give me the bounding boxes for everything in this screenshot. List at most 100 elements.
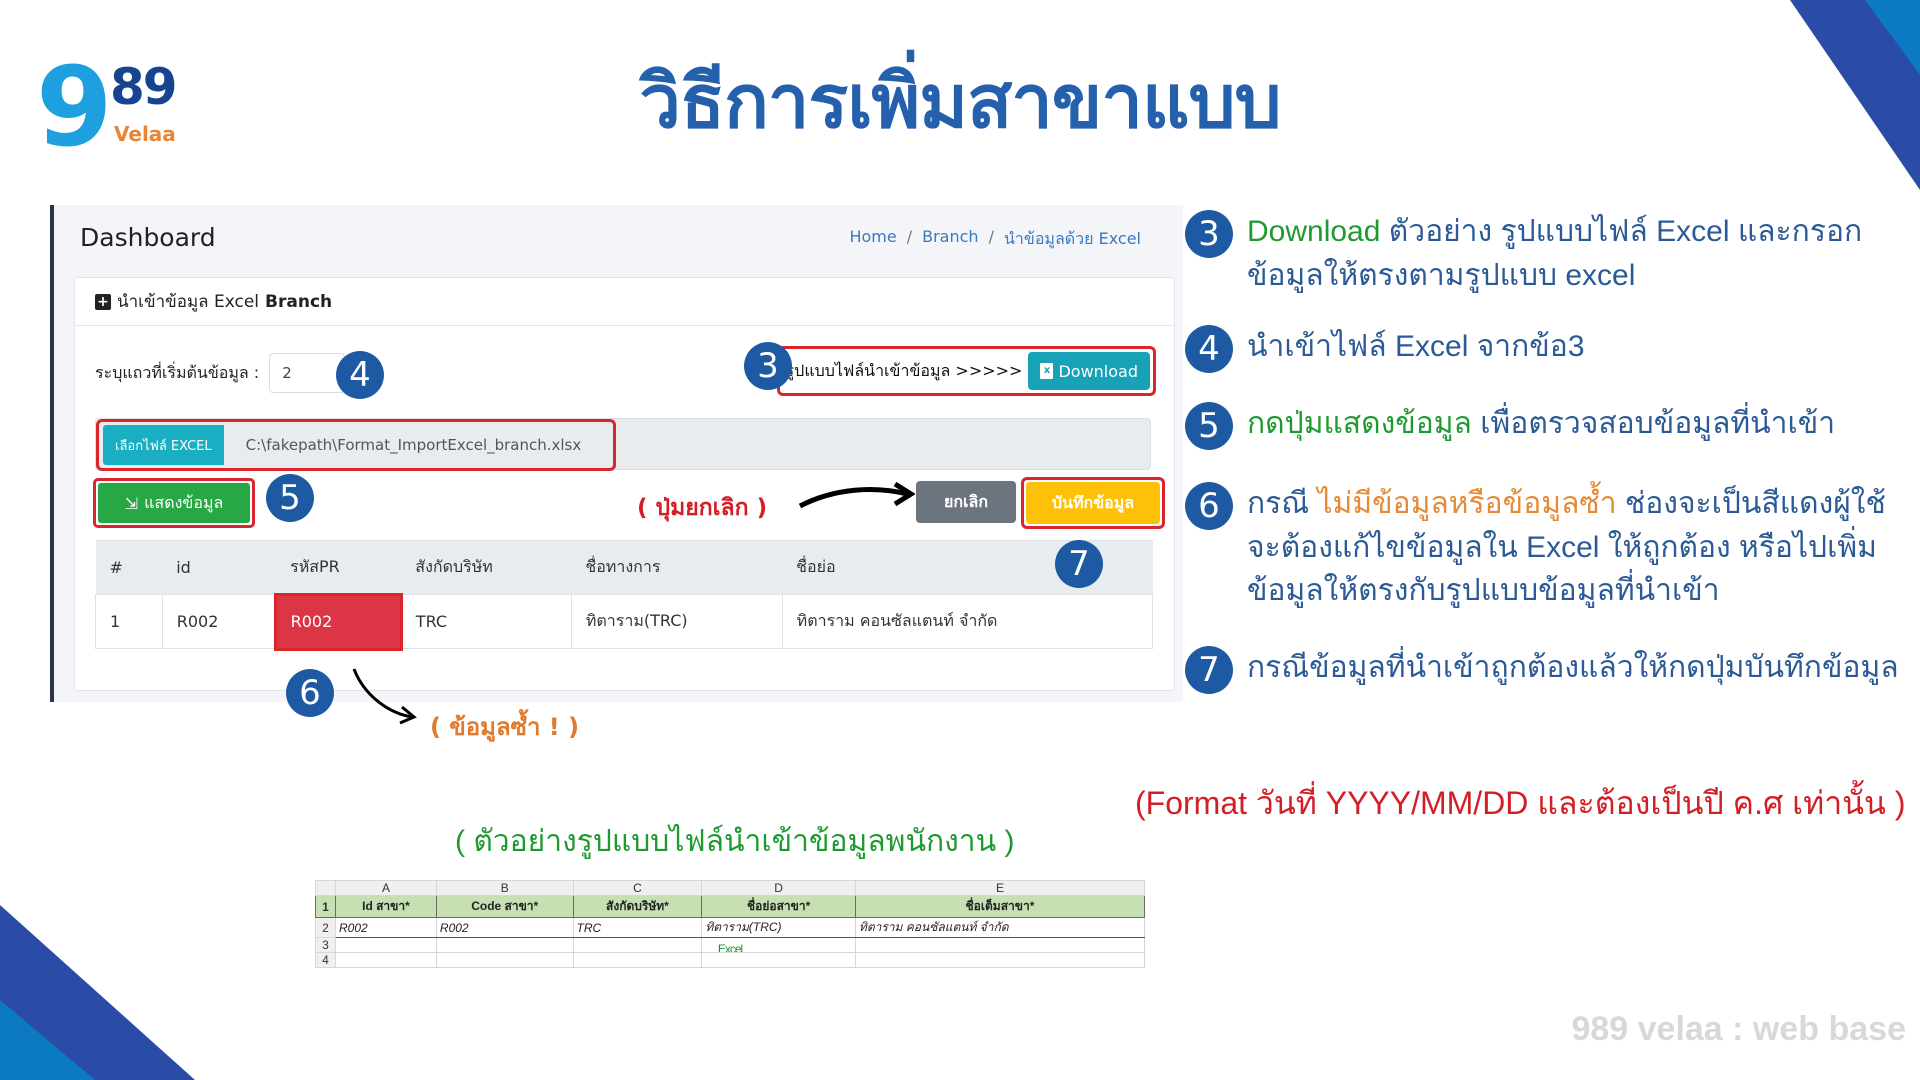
step-text: กดปุ่มแสดงข้อมูล เพื่อตรวจสอบข้อมูลที่นำ… <box>1247 402 1835 446</box>
card-header: + นำเข้าข้อมูล Excel Branch <box>75 278 1174 326</box>
excel-cell <box>701 937 856 953</box>
cancel-button[interactable]: ยกเลิก <box>916 481 1016 523</box>
excel-cell <box>572 937 703 953</box>
arrow-icon <box>352 668 417 725</box>
cancel-annotation: ( ปุ่มยกเลิก ) <box>637 495 768 521</box>
column-header: id <box>162 540 277 595</box>
step-badge-6: 6 <box>286 669 334 717</box>
download-button[interactable]: x Download <box>1028 352 1150 390</box>
excel-cell <box>572 952 703 968</box>
show-data-label: แสดงข้อมูล <box>144 492 224 512</box>
file-import-icon: ⇲ <box>124 493 139 513</box>
download-button-label: Download <box>1058 361 1138 381</box>
step-highlight: ไม่มีข้อมูลหรือข้อมูลซ้ำ <box>1317 487 1617 520</box>
start-row-label: ระบุแถวที่เริ่มต้นข้อมูล : <box>95 362 260 382</box>
file-path: C:\fakepath\Format_ImportExcel_branch.xl… <box>245 436 582 454</box>
excel-cell: ทิตาราม(TRC) <box>701 917 856 938</box>
breadcrumb: Home / Branch / นำข้อมูลด้วย Excel <box>849 227 1141 252</box>
excel-data-row: 2 R002 R002 TRC ทิตาราม(TRC) ทิตาราม คอน… <box>315 917 1146 938</box>
table-cell: 1 <box>95 594 163 649</box>
row-number: 4 <box>315 952 336 968</box>
step-number: 7 <box>1185 646 1233 694</box>
breadcrumb-home[interactable]: Home <box>849 227 896 252</box>
step-text: Download ตัวอย่าง รูปแบบไฟล์ Excel และกร… <box>1247 210 1915 297</box>
arrow-icon <box>798 481 915 509</box>
card-title-bold: Branch <box>265 291 333 312</box>
breadcrumb-current: นำข้อมูลด้วย Excel <box>1003 229 1141 248</box>
column-letter-row: A B C D E <box>315 880 1146 896</box>
corner-decoration-bottom-left <box>0 905 195 1080</box>
title-main: วิธีการเพิ่มสาขาแบบ <box>639 59 1281 145</box>
save-highlight: บันทึกข้อมูล <box>1021 477 1165 529</box>
file-input-group: เลือกไฟล์ EXCEL C:\fakepath\Format_Impor… <box>96 419 616 471</box>
breadcrumb-branch[interactable]: Branch <box>922 227 978 252</box>
save-button[interactable]: บันทึกข้อมูล <box>1026 482 1160 524</box>
step-text: กรณี ไม่มีข้อมูลหรือข้อมูลซ้ำ ช่องจะเป็น… <box>1247 482 1915 613</box>
excel-cell <box>701 952 856 968</box>
excel-cell: R002 <box>335 917 437 938</box>
breadcrumb-separator: / <box>988 227 994 246</box>
dashboard-header: Dashboard Home / Branch / นำข้อมูลด้วย E… <box>54 205 1183 277</box>
start-row-group: ระบุแถวที่เริ่มต้นข้อมูล : <box>95 353 346 393</box>
column-header: # <box>95 540 163 595</box>
card-title: นำเข้าข้อมูล Excel <box>117 292 260 312</box>
instruction-step-7: 7 กรณีข้อมูลที่นำเข้าถูกต้องแล้วให้กดปุ่… <box>1185 646 1899 694</box>
step-number: 6 <box>1185 482 1233 530</box>
step-prefix: กรณี <box>1247 487 1318 520</box>
excel-cell <box>854 937 1146 953</box>
duplicate-annotation: ( ข้อมูลซ้ำ ! ) <box>430 713 580 741</box>
excel-sample-sheet: A B C D E 1 Id สาขา* Code สาขา* สังกัดบร… <box>315 880 1146 968</box>
row-number: 2 <box>315 917 336 938</box>
excel-header-cell: ชื่อย่อสาขา* <box>701 895 856 918</box>
instruction-step-3: 3 Download ตัวอย่าง รูปแบบไฟล์ Excel และ… <box>1185 210 1915 297</box>
excel-empty-row: 3 <box>315 937 1146 953</box>
show-data-highlight: ⇲ แสดงข้อมูล <box>93 478 255 528</box>
dashboard-screenshot: Dashboard Home / Branch / นำข้อมูลด้วย E… <box>50 205 1183 702</box>
duplicate-cell: R002 <box>274 592 404 651</box>
excel-header-cell: สังกัดบริษัท* <box>572 895 703 918</box>
step-badge-3: 3 <box>744 342 792 390</box>
excel-header-row: 1 Id สาขา* Code สาขา* สังกัดบริษัท* ชื่อ… <box>315 895 1146 918</box>
excel-header-cell: Id สาขา* <box>335 895 437 918</box>
column-header: สังกัดบริษัท <box>401 540 572 595</box>
breadcrumb-separator: / <box>906 227 913 246</box>
table-header-row: # id รหัสPR สังกัดบริษัท ชื่อทางการ ชื่อ… <box>95 540 1153 595</box>
excel-empty-row: 4 <box>315 952 1146 968</box>
download-template-label: รูปแบบไฟล์นำเข้าข้อมูล >>>>> <box>785 360 1023 380</box>
step-text: กรณีข้อมูลที่นำเข้าถูกต้องแล้วให้กดปุ่มบ… <box>1247 651 1899 684</box>
column-letter: C <box>572 880 703 896</box>
excel-cell: ทิตาราม คอนซัลแตนท์ จำกัด <box>854 917 1146 938</box>
table-row: 1 R002 R002 TRC ทิตาราม(TRC) ทิตาราม คอน… <box>95 592 1154 651</box>
table-cell: ทิตาราม(TRC) <box>570 594 783 649</box>
column-letter: E <box>854 880 1146 896</box>
import-card: + นำเข้าข้อมูล Excel Branch ระบุแถวที่เร… <box>74 277 1175 691</box>
start-row-input[interactable] <box>269 353 346 393</box>
show-data-button[interactable]: ⇲ แสดงข้อมูล <box>98 483 250 523</box>
step-number: 3 <box>1185 210 1233 258</box>
instruction-step-4: 4 นำเข้าไฟล์ Excel จากข้อ3 <box>1185 325 1585 373</box>
excel-cell <box>854 952 1146 968</box>
step-badge-5: 5 <box>266 474 314 522</box>
step-badge-7: 7 <box>1055 540 1103 588</box>
column-letter: B <box>435 880 574 896</box>
column-letter: D <box>701 880 856 896</box>
excel-cell <box>435 937 574 953</box>
step-number: 4 <box>1185 325 1233 373</box>
step-number: 5 <box>1185 402 1233 450</box>
excel-header-cell: ชื่อเต็มสาขา* <box>854 895 1146 918</box>
instruction-step-6: 6 กรณี ไม่มีข้อมูลหรือข้อมูลซ้ำ ช่องจะเป… <box>1185 482 1915 613</box>
column-letter: A <box>335 880 437 896</box>
page-title: วิธีการเพิ่มสาขาแบบ Excel <box>0 59 1920 956</box>
plus-square-icon: + <box>95 293 111 310</box>
step-badge-4: 4 <box>336 351 384 399</box>
step-highlight: Download <box>1247 215 1381 248</box>
choose-file-button[interactable]: เลือกไฟล์ EXCEL <box>103 425 224 465</box>
row-number: 3 <box>315 937 336 953</box>
file-input-row: เลือกไฟล์ EXCEL C:\fakepath\Format_Impor… <box>95 418 1151 471</box>
column-header: ชื่อทางการ <box>571 540 783 595</box>
excel-cell <box>335 952 437 968</box>
excel-file-icon: x <box>1040 363 1054 379</box>
excel-cell: TRC <box>572 917 703 938</box>
import-preview-table: # id รหัสPR สังกัดบริษัท ชื่อทางการ ชื่อ… <box>95 540 1154 651</box>
table-cell: ทิตาราม คอนซัลแตนท์ จำกัด <box>781 594 1154 649</box>
